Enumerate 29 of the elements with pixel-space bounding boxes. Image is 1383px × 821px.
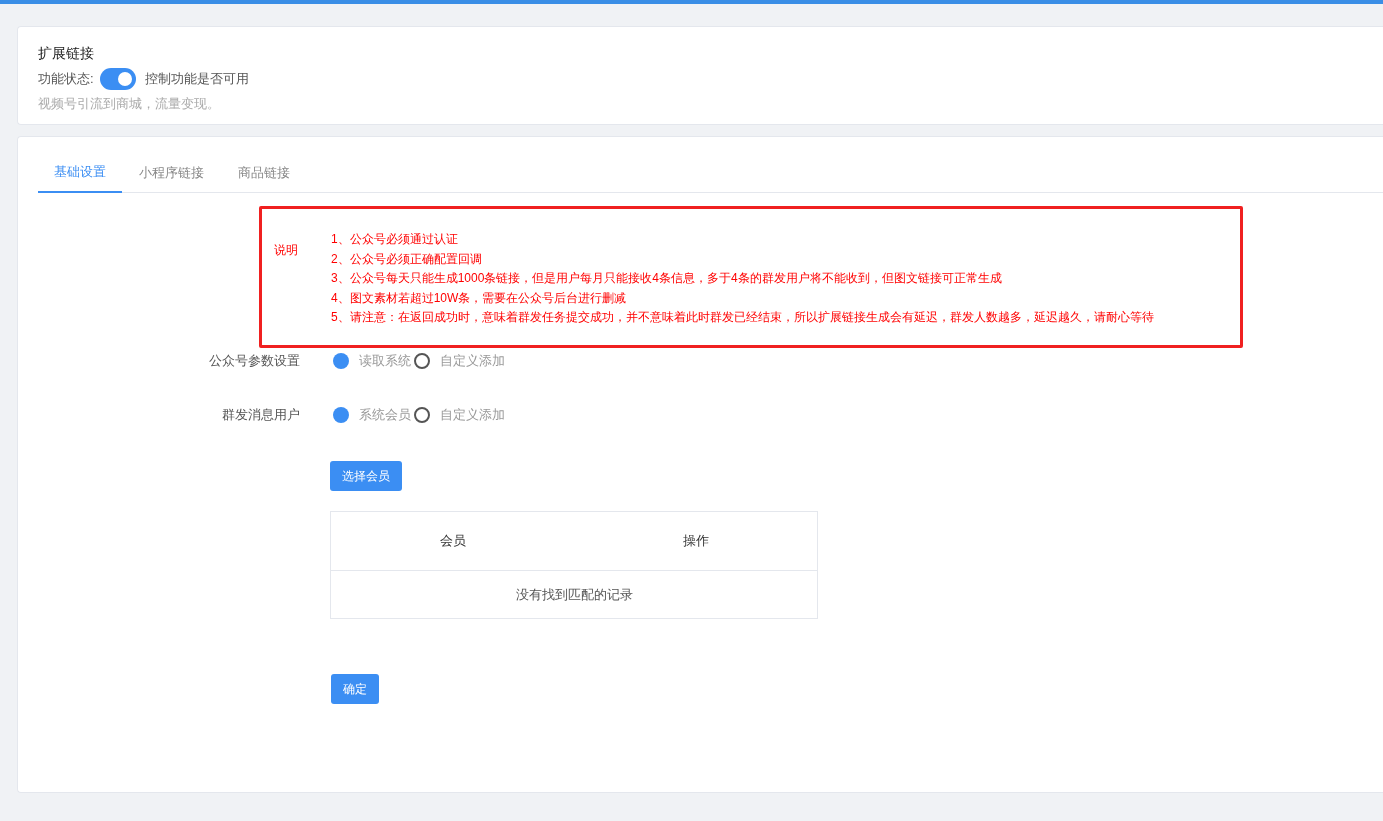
notice-line: 5、请注意：在返回成功时，意味着群发任务提交成功，并不意味着此时群发已经结束，所以扩展链接生成会有延迟，群发人数越多，延迟越久，请耐心等待 (331, 309, 1154, 326)
section-title: 扩展链接 (38, 44, 95, 63)
status-hint: 控制功能是否可用 (144, 70, 249, 89)
field-label: 群发消息用户 (221, 406, 300, 425)
column-header: 会员 (438, 532, 467, 551)
notice-line: 1、公众号必须通过认证 (331, 231, 459, 248)
field-label: 公众号参数设置 (208, 352, 300, 371)
radio-label: 自定义添加 (440, 406, 505, 425)
notice-label: 说明 (274, 242, 299, 259)
tab[interactable]: 商品链接 (221, 153, 307, 193)
radio-label: 系统会员 (359, 406, 411, 425)
status-toggle[interactable] (99, 68, 136, 90)
notice-line: 4、图文素材若超过10W条，需要在公众号后台进行删减 (331, 289, 628, 307)
status-label: 功能状态: (38, 70, 94, 89)
select-member-button[interactable]: 选择会员 (330, 461, 402, 491)
empty-message: 没有找到匹配的记录 (514, 585, 634, 604)
radio-button[interactable] (333, 407, 349, 423)
notice-line: 3、公众号每天只能生成1000条链接，但是用户每月只能接收4条信息，多于4条的群发用户将不能收到，但图文链接可正常生成 (331, 270, 1003, 287)
radio-button[interactable] (333, 353, 349, 369)
tab[interactable]: 基础设置 (38, 153, 122, 193)
tab[interactable]: 小程序链接 (122, 153, 221, 193)
notice-line: 2、公众号必须正确配置回调 (331, 250, 483, 268)
description: 视频号引流到商城，流量变现。 (38, 95, 221, 113)
column-header: 操作 (681, 532, 710, 551)
confirm-button[interactable]: 确定 (331, 674, 379, 704)
radio-label: 读取系统 (359, 352, 411, 371)
radio-button[interactable] (414, 407, 430, 423)
radio-label: 自定义添加 (440, 352, 505, 371)
radio-button[interactable] (414, 353, 430, 369)
